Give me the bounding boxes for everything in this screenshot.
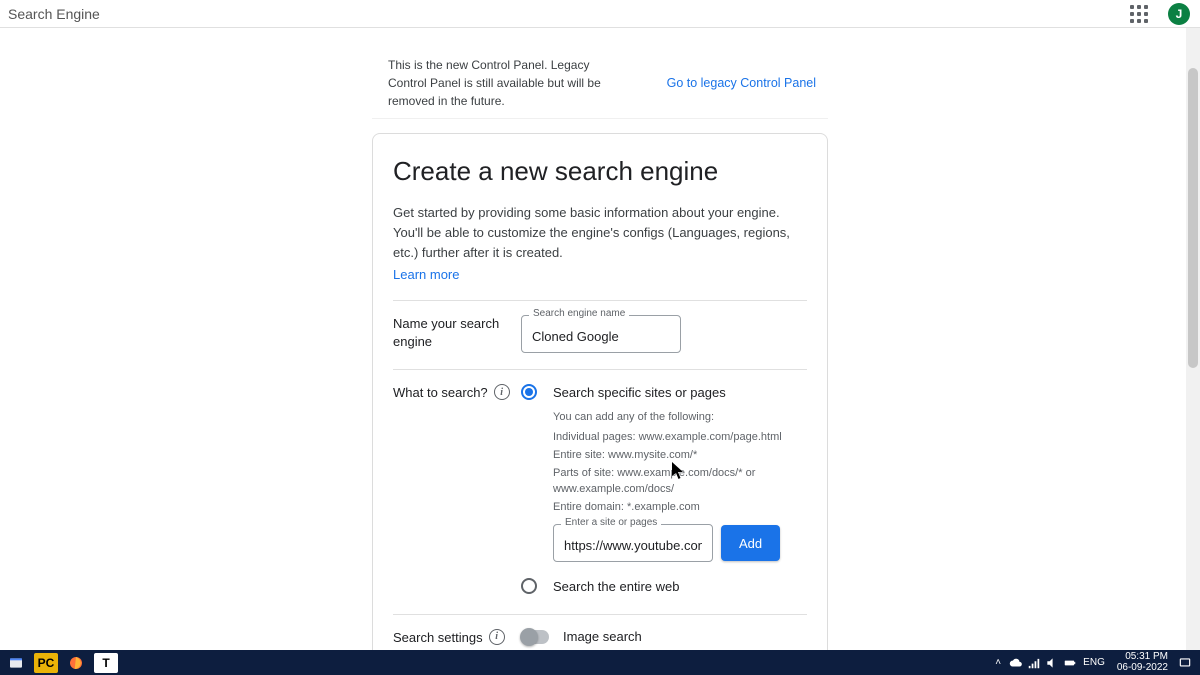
- engine-name-input[interactable]: [521, 315, 681, 353]
- app-header: Search Engine J: [0, 0, 1200, 28]
- info-icon[interactable]: i: [494, 384, 510, 400]
- tray-language[interactable]: ENG: [1083, 657, 1105, 668]
- sites-help-intro: You can add any of the following:: [553, 410, 807, 426]
- radio-specific-sites-label: Search specific sites or pages: [553, 385, 726, 400]
- radio-entire-web[interactable]: Search the entire web: [521, 578, 807, 594]
- taskbar-firefox-icon[interactable]: [64, 653, 88, 673]
- section-name: Name your search engine Search engine na…: [393, 300, 807, 353]
- section-what: What to search? i Search specific sites …: [393, 369, 807, 598]
- sites-help-line: Individual pages: www.example.com/page.h…: [553, 430, 807, 446]
- card-heading: Create a new search engine: [393, 156, 807, 187]
- add-site-button[interactable]: Add: [721, 525, 780, 561]
- radio-specific-sites-icon[interactable]: [521, 384, 537, 400]
- section-settings-label: Search settings i: [393, 629, 521, 650]
- taskbar-text-icon[interactable]: T: [94, 653, 118, 673]
- page-canvas: This is the new Control Panel. Legacy Co…: [0, 28, 1200, 650]
- toggle-image-search: Image search: [521, 629, 807, 644]
- tray-battery-icon[interactable]: [1063, 656, 1077, 670]
- section-what-label: What to search? i: [393, 384, 521, 598]
- toggle-image-search-switch[interactable]: [521, 630, 549, 644]
- legacy-notice-text: This is the new Control Panel. Legacy Co…: [388, 56, 628, 110]
- site-input-label: Enter a site or pages: [561, 517, 661, 528]
- section-settings: Search settings i Image search SafeSearc…: [393, 614, 807, 650]
- sites-help-line: Entire site: www.mysite.com/*: [553, 448, 807, 464]
- site-input-wrap: Enter a site or pages: [553, 524, 713, 562]
- add-site-row: Enter a site or pages Add: [553, 524, 807, 562]
- tray-notifications-icon[interactable]: [1178, 656, 1192, 670]
- section-name-label: Name your search engine: [393, 315, 521, 353]
- user-avatar[interactable]: J: [1168, 3, 1190, 25]
- legacy-notice: This is the new Control Panel. Legacy Co…: [372, 48, 828, 119]
- tray-date: 06-09-2022: [1117, 663, 1168, 674]
- sites-help-line: Entire domain: *.example.com: [553, 500, 807, 516]
- sites-help-block: You can add any of the following: Indivi…: [553, 410, 807, 516]
- toggle-image-search-label: Image search: [563, 629, 642, 644]
- tray-up-icon[interactable]: ˄: [991, 656, 1005, 670]
- tray-cloud-icon[interactable]: [1009, 656, 1023, 670]
- radio-entire-web-icon[interactable]: [521, 578, 537, 594]
- learn-more-link[interactable]: Learn more: [393, 267, 459, 282]
- app-title: Search Engine: [8, 6, 100, 22]
- sites-help-line: Parts of site: www.example.com/docs/* or…: [553, 466, 807, 498]
- section-settings-label-text: Search settings: [393, 629, 483, 650]
- taskbar-start-icon[interactable]: [4, 653, 28, 673]
- tray-clock[interactable]: 05:31 PM 06-09-2022: [1117, 652, 1168, 673]
- section-what-label-text: What to search?: [393, 384, 488, 598]
- create-engine-card: Create a new search engine Get started b…: [372, 133, 828, 650]
- vertical-scrollbar-track[interactable]: [1186, 28, 1200, 650]
- radio-entire-web-label: Search the entire web: [553, 579, 679, 594]
- system-tray: ˄ ENG 05:31 PM 06-09-2022: [991, 652, 1196, 673]
- site-input[interactable]: [553, 524, 713, 562]
- tray-time: 05:31 PM: [1117, 652, 1168, 663]
- tray-volume-icon[interactable]: [1045, 656, 1059, 670]
- vertical-scrollbar-thumb[interactable]: [1188, 68, 1198, 368]
- header-right: J: [1130, 0, 1190, 28]
- taskbar-pycharm-icon[interactable]: PC: [34, 653, 58, 673]
- engine-name-input-label: Search engine name: [529, 308, 629, 319]
- apps-grid-icon[interactable]: [1130, 5, 1148, 23]
- tray-network-icon[interactable]: [1027, 656, 1041, 670]
- taskbar: PC T ˄ ENG 05:31 PM 06-09-2022: [0, 650, 1200, 675]
- card-intro: Get started by providing some basic info…: [393, 203, 807, 263]
- radio-specific-sites[interactable]: Search specific sites or pages: [521, 384, 807, 400]
- legacy-notice-link[interactable]: Go to legacy Control Panel: [667, 76, 816, 90]
- info-icon[interactable]: i: [489, 629, 505, 645]
- engine-name-field-wrap: Search engine name: [521, 315, 681, 353]
